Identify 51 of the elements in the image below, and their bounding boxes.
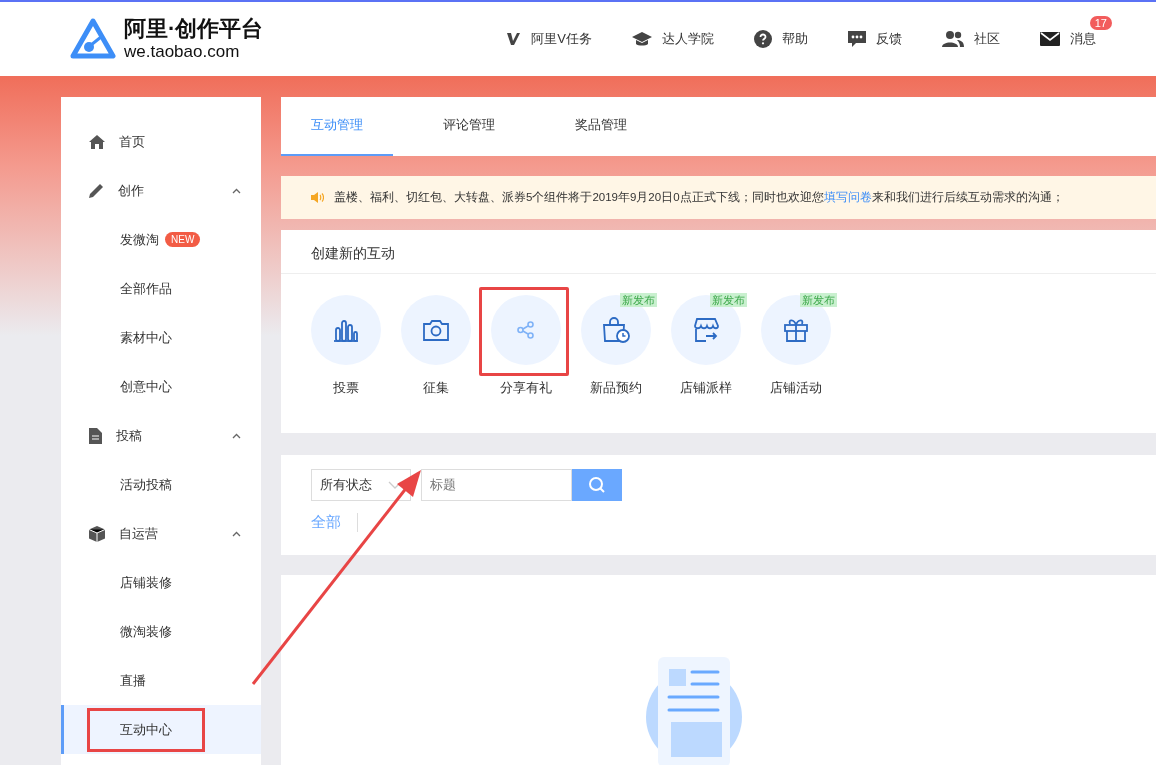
chat-bubble-icon: [848, 30, 866, 48]
sidebar-item[interactable]: 互动中心: [61, 705, 261, 754]
nav-link[interactable]: 反馈: [848, 30, 902, 48]
section-title: 创建新的互动: [281, 230, 1156, 275]
sidebar-item[interactable]: 活动投稿: [61, 460, 261, 509]
logo-title: 阿里·创作平台: [124, 16, 264, 42]
logo-subtitle: we.taobao.com: [124, 42, 241, 62]
cube-icon: [89, 525, 105, 542]
camera-icon: [423, 319, 449, 342]
v-letter-icon: [505, 31, 522, 47]
nav-link[interactable]: 达人学院: [632, 30, 714, 48]
nav-link[interactable]: 消息: [1040, 30, 1096, 48]
bag-clock-icon: [602, 317, 630, 344]
new-release-tag: 新发布: [710, 293, 747, 308]
sidebar-item[interactable]: 发微淘 NEW: [61, 215, 261, 264]
gift-icon: [783, 317, 809, 344]
sidebar-item[interactable]: 自运营: [61, 509, 261, 558]
search-icon: [588, 475, 606, 494]
bar-chart-icon: [333, 318, 359, 343]
users-icon: [942, 31, 964, 47]
sidebar-item[interactable]: 首页: [61, 117, 261, 166]
nav-link[interactable]: 帮助: [754, 30, 808, 48]
document-icon: [89, 427, 102, 444]
sidebar-item[interactable]: 创意中心: [61, 362, 261, 411]
tab[interactable]: 评论管理: [413, 97, 525, 156]
speaker-icon: [311, 192, 324, 204]
home-icon: [89, 134, 105, 149]
notice-text: 盖楼、福利、切红包、大转盘、派券5个组件将于2019年9月20日0点正式下线；同时也欢迎您填写问卷来和我们进行后续互动需求的沟通；: [334, 190, 1064, 206]
new-badge: NEW: [165, 232, 201, 247]
message-count-badge: 17: [1089, 16, 1112, 30]
mail-icon: [1040, 32, 1060, 46]
sidebar-item[interactable]: 店铺装修: [61, 558, 261, 607]
nav-link[interactable]: 社区: [942, 30, 1000, 48]
logo-icon: [70, 18, 116, 60]
search-field[interactable]: 标题: [421, 468, 572, 501]
new-release-tag: 新发布: [620, 293, 657, 308]
sidebar-item[interactable]: 素材中心: [61, 313, 261, 362]
sidebar-item[interactable]: 创作: [61, 166, 261, 215]
share-icon: [517, 321, 535, 340]
tab[interactable]: 奖品管理: [545, 97, 657, 156]
pencil-icon: [89, 183, 104, 198]
sidebar-item[interactable]: 微淘装修: [61, 607, 261, 656]
sidebar-item[interactable]: 投稿: [61, 411, 261, 460]
store-arrow-icon: [693, 317, 719, 344]
sidebar-item[interactable]: 直播: [61, 656, 261, 705]
search-button[interactable]: [572, 468, 622, 501]
graduation-cap-icon: [632, 30, 652, 48]
new-release-tag: 新发布: [800, 293, 837, 308]
nav-link[interactable]: 阿里V任务: [505, 30, 592, 48]
help-icon: [754, 30, 772, 48]
sidebar-item[interactable]: 全部作品: [61, 264, 261, 313]
